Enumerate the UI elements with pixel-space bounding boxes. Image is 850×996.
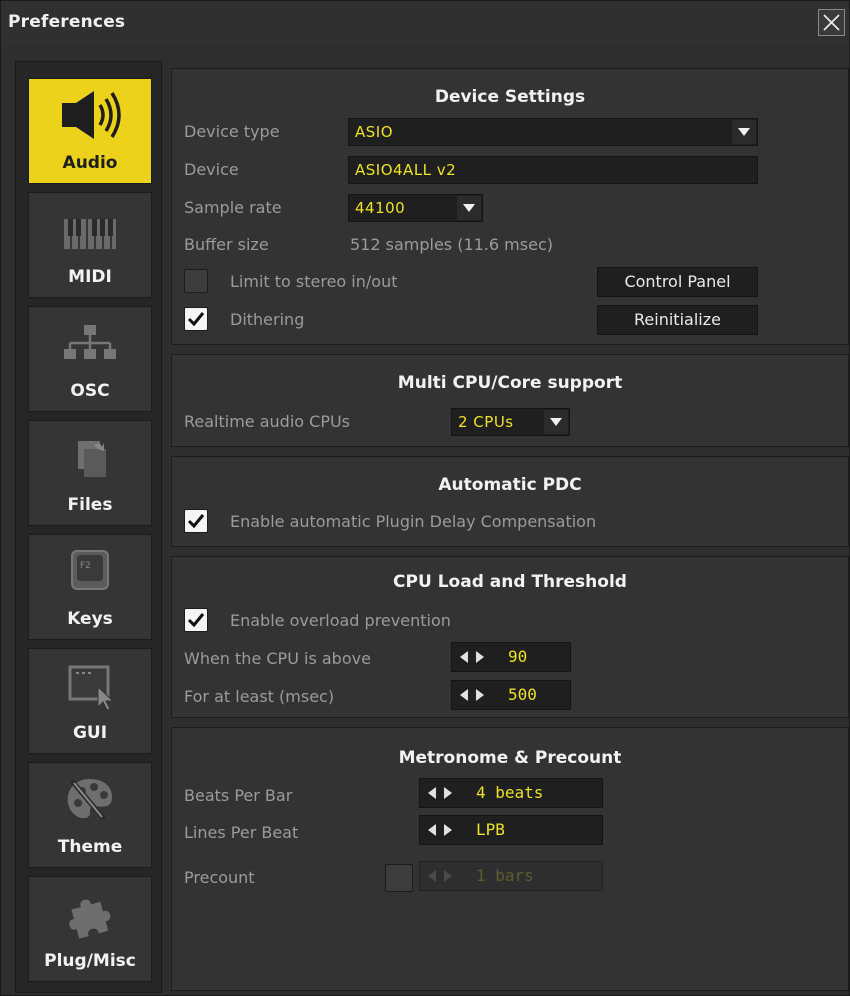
device-settings-panel: Device Settings Device type ASIO Device …: [171, 68, 849, 345]
sidebar-item-label: Audio: [62, 153, 118, 173]
at-least-value: 500: [508, 685, 537, 704]
sample-rate-value: 44100: [355, 199, 406, 217]
at-least-label: For at least (msec): [184, 687, 335, 706]
checkmark-icon: [187, 514, 205, 529]
checkmark-icon: [187, 613, 205, 628]
cpu-load-panel: CPU Load and Threshold Enable overload p…: [171, 556, 849, 718]
reinitialize-button[interactable]: Reinitialize: [597, 305, 758, 335]
at-least-stepper[interactable]: 500: [451, 680, 571, 710]
automatic-pdc-checkbox[interactable]: [184, 509, 208, 533]
dithering-label: Dithering: [230, 310, 305, 329]
beats-per-bar-stepper[interactable]: 4 beats: [419, 778, 603, 808]
buffer-size-label: Buffer size: [184, 235, 269, 254]
preferences-window: Preferences Audio MIDI OSC Files F2 Keys…: [0, 0, 850, 996]
sidebar-item-audio[interactable]: Audio: [28, 78, 152, 184]
cpu-above-value: 90: [508, 647, 528, 666]
cpu-above-stepper[interactable]: 90: [451, 642, 571, 672]
precount-label: Precount: [184, 868, 255, 887]
title-bar[interactable]: Preferences: [1, 1, 849, 45]
overload-prevention-checkbox[interactable]: [184, 608, 208, 632]
lines-per-beat-stepper[interactable]: LPB: [419, 815, 603, 845]
chevron-down-icon: [457, 196, 481, 220]
device-value: ASIO4ALL v2: [355, 161, 457, 179]
sidebar-item-label: Keys: [67, 609, 113, 629]
metronome-panel: Metronome & Precount Beats Per Bar 4 bea…: [171, 727, 849, 991]
sidebar-item-label: Theme: [57, 837, 123, 857]
lines-per-beat-value: LPB: [476, 820, 505, 839]
checkmark-icon: [187, 312, 205, 327]
chevron-down-icon: [732, 120, 756, 144]
sidebar-item-label: Plug/Misc: [44, 951, 136, 971]
automatic-pdc-panel: Automatic PDC Enable automatic Plugin De…: [171, 456, 849, 547]
control-panel-button[interactable]: Control Panel: [597, 267, 758, 297]
sidebar-item-plug-misc[interactable]: Plug/Misc: [28, 876, 152, 982]
limit-stereo-checkbox[interactable]: [184, 269, 208, 293]
realtime-cpus-value: 2 CPUs: [458, 413, 514, 431]
puzzle-icon: [29, 885, 151, 947]
sidebar-item-gui[interactable]: GUI: [28, 648, 152, 754]
left-right-arrows-icon: [428, 824, 452, 836]
sidebar: Audio MIDI OSC Files F2 Keys GUI Theme P…: [15, 61, 162, 993]
beats-per-bar-value: 4 beats: [476, 783, 544, 802]
sidebar-item-label: MIDI: [68, 267, 112, 287]
device-type-value: ASIO: [355, 123, 394, 141]
left-right-arrows-icon: [460, 651, 484, 663]
svg-text:F2: F2: [80, 561, 91, 571]
sidebar-item-osc[interactable]: OSC: [28, 306, 152, 412]
palette-icon: [29, 771, 151, 833]
precount-stepper: 1 bars: [419, 861, 603, 891]
network-icon: [29, 315, 151, 377]
sidebar-item-keys[interactable]: F2 Keys: [28, 534, 152, 640]
sidebar-item-label: GUI: [72, 723, 108, 743]
buffer-size-value: 512 samples (11.6 msec): [350, 235, 553, 254]
sample-rate-label: Sample rate: [184, 198, 282, 217]
close-icon: [823, 14, 840, 31]
automatic-pdc-label: Enable automatic Plugin Delay Compensati…: [230, 512, 597, 531]
device-select[interactable]: ASIO4ALL v2: [348, 156, 758, 184]
sample-rate-select[interactable]: 44100: [348, 194, 483, 222]
section-title: Device Settings: [434, 87, 586, 107]
sidebar-item-midi[interactable]: MIDI: [28, 192, 152, 298]
precount-value: 1 bars: [476, 866, 534, 885]
left-right-arrows-icon: [460, 689, 484, 701]
section-title: CPU Load and Threshold: [393, 572, 627, 592]
dithering-checkbox[interactable]: [184, 307, 208, 331]
beats-per-bar-label: Beats Per Bar: [184, 786, 293, 805]
sidebar-item-label: OSC: [70, 381, 110, 401]
lines-per-beat-label: Lines Per Beat: [184, 823, 299, 842]
piano-keys-icon: [29, 201, 151, 263]
files-icon: [29, 429, 151, 491]
realtime-cpus-label: Realtime audio CPUs: [184, 412, 351, 431]
keyboard-key-icon: F2: [29, 543, 151, 605]
chevron-down-icon: [544, 410, 568, 434]
limit-stereo-label: Limit to stereo in/out: [230, 272, 398, 291]
precount-checkbox[interactable]: [385, 864, 413, 892]
left-right-arrows-icon: [428, 870, 452, 882]
multi-cpu-panel: Multi CPU/Core support Realtime audio CP…: [171, 354, 849, 447]
overload-prevention-label: Enable overload prevention: [230, 611, 451, 630]
cpu-above-label: When the CPU is above: [184, 649, 371, 668]
left-right-arrows-icon: [428, 787, 452, 799]
section-title: Metronome & Precount: [398, 748, 622, 768]
device-type-label: Device type: [184, 122, 280, 141]
close-button[interactable]: [818, 9, 845, 36]
device-type-select[interactable]: ASIO: [348, 118, 758, 146]
sidebar-item-label: Files: [67, 495, 113, 515]
gui-window-icon: [29, 657, 151, 719]
sidebar-item-files[interactable]: Files: [28, 420, 152, 526]
speaker-icon: [29, 87, 151, 149]
section-title: Multi CPU/Core support: [397, 373, 623, 393]
section-title: Automatic PDC: [438, 475, 582, 495]
realtime-cpus-select[interactable]: 2 CPUs: [451, 408, 570, 436]
window-title: Preferences: [8, 12, 126, 32]
sidebar-item-theme[interactable]: Theme: [28, 762, 152, 868]
device-label: Device: [184, 160, 239, 179]
